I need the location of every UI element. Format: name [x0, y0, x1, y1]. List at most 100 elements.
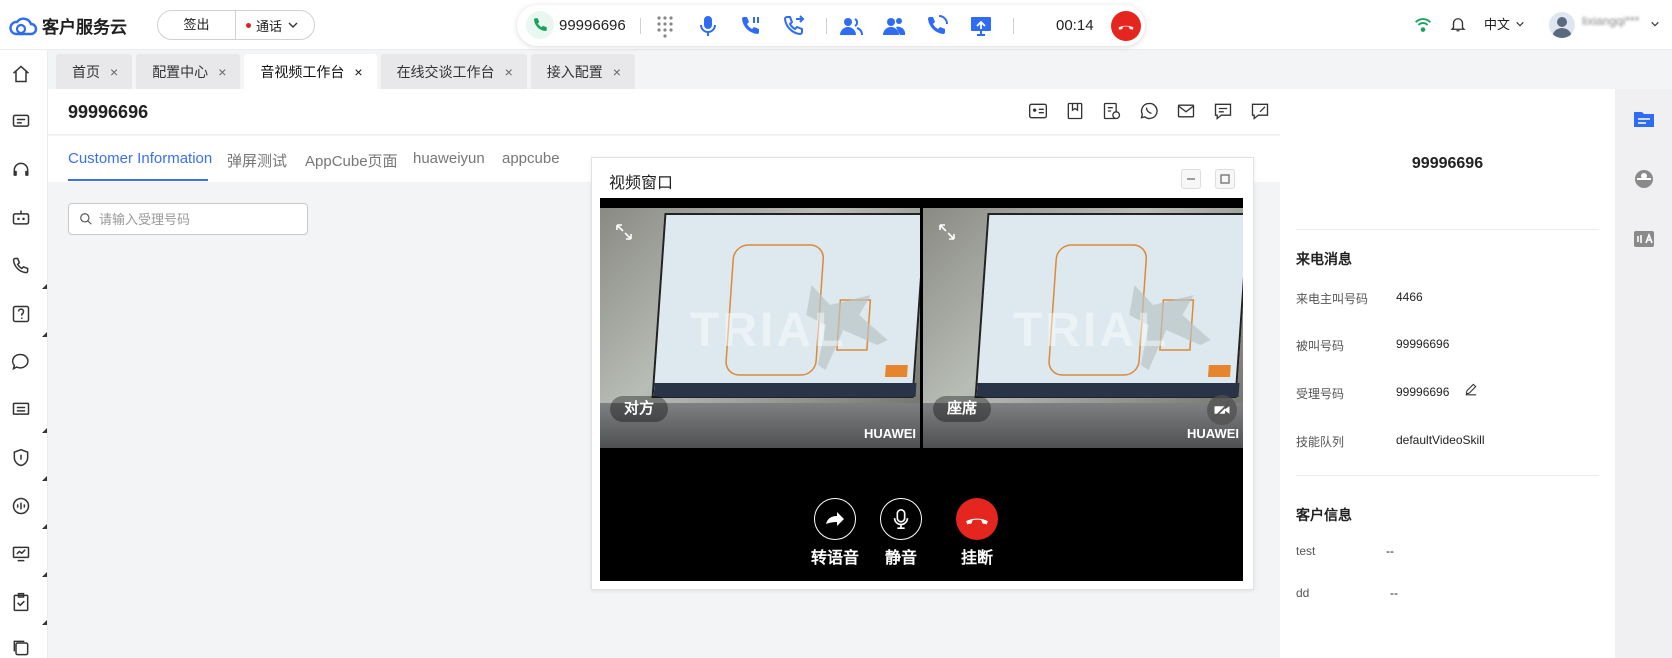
conference-icon[interactable]	[882, 14, 906, 38]
language-selector[interactable]: 中文	[1484, 14, 1510, 33]
tab-config-center[interactable]: 配置中心 ×	[136, 54, 241, 89]
whatsapp-icon[interactable]	[1139, 101, 1159, 121]
tab-access-config[interactable]: 接入配置 ×	[530, 54, 635, 89]
consult-icon[interactable]	[839, 14, 863, 38]
trial-watermark: TRIAL	[690, 304, 847, 357]
microphone-icon	[893, 509, 909, 529]
close-icon[interactable]: ×	[613, 64, 621, 80]
page-tabs: 首页 × 配置中心 × 音视频工作台 × 在线交谈工作台 × 接入配置 ×	[56, 54, 635, 89]
help-icon[interactable]	[11, 304, 31, 324]
robot-icon[interactable]	[11, 208, 31, 228]
hangup-control: 挂断	[947, 498, 1007, 568]
mute-label: 静音	[884, 550, 917, 567]
video-window: 视频窗口 TRIAL 对方 HUAWEI TRIAL 座席 HUAWEI 转语音…	[591, 157, 1254, 590]
mail-icon[interactable]	[1176, 101, 1196, 121]
hangup-button[interactable]	[1111, 11, 1141, 41]
expand-indicator	[42, 284, 47, 289]
active-tab-underline	[68, 179, 208, 181]
minimize-button[interactable]	[1181, 169, 1201, 189]
workbench-header: 99996696	[48, 89, 1280, 135]
divider	[1296, 229, 1599, 230]
field-label: dd	[1296, 586, 1310, 600]
tab-av-workbench[interactable]: 音视频工作台 ×	[244, 54, 377, 89]
video-hangup-button[interactable]	[956, 498, 998, 540]
note-icon[interactable]	[1250, 101, 1270, 121]
copy-icon[interactable]	[11, 638, 31, 658]
camera-off-button[interactable]	[1207, 395, 1237, 425]
header-toolbar	[1028, 101, 1270, 121]
expand-indicator	[42, 524, 47, 529]
avatar[interactable]	[1549, 12, 1575, 38]
clipboard-icon[interactable]	[11, 592, 31, 612]
close-icon[interactable]: ×	[354, 64, 362, 80]
status-dot-icon	[246, 22, 251, 28]
field-value: defaultVideoSkill	[1396, 433, 1485, 447]
mute-button[interactable]	[880, 498, 922, 540]
username[interactable]: lixiangqi***	[1582, 14, 1639, 28]
folder-icon[interactable]	[1632, 107, 1656, 131]
app-logo[interactable]: 客户服务云	[8, 13, 127, 38]
subtab-popup-test[interactable]: 弹屏测试	[227, 150, 287, 171]
message-icon[interactable]	[11, 112, 31, 132]
search-input[interactable]	[99, 211, 299, 227]
close-icon[interactable]: ×	[505, 64, 513, 80]
trial-watermark: TRIAL	[1013, 304, 1170, 357]
left-nav	[0, 50, 48, 658]
expand-icon[interactable]	[937, 222, 957, 242]
sms-icon[interactable]	[1213, 101, 1233, 121]
subtab-appcube[interactable]: appcube	[502, 150, 560, 167]
transfer-call-icon[interactable]	[782, 14, 806, 38]
translate-icon[interactable]	[1632, 227, 1656, 251]
field-label: 技能队列	[1296, 435, 1345, 449]
contact-card-icon[interactable]	[1028, 101, 1048, 121]
right-sidebar	[1615, 89, 1672, 658]
expand-icon[interactable]	[614, 222, 634, 242]
agent-status-pill: 签出 通话	[157, 10, 315, 40]
transfer-to-voice-button[interactable]	[814, 498, 856, 540]
subtab-appcube-page[interactable]: AppCube页面	[305, 150, 398, 171]
headset-icon[interactable]	[11, 160, 31, 180]
call-control-bar: 99996696 00:14	[517, 5, 1145, 46]
shield-icon[interactable]	[11, 448, 31, 468]
tab-online-chat-workbench[interactable]: 在线交谈工作台 ×	[380, 54, 527, 89]
status-dropdown[interactable]: 通话	[236, 16, 299, 35]
subtab-customer-information[interactable]: Customer Information	[68, 150, 212, 167]
close-icon[interactable]: ×	[218, 64, 226, 80]
chat-icon[interactable]	[11, 352, 31, 372]
page-title: 99996696	[68, 102, 149, 122]
tab-label: 首页	[72, 63, 100, 80]
subtab-huaweiyun[interactable]: huaweiyun	[413, 150, 485, 167]
edit-icon[interactable]	[1464, 382, 1478, 396]
brand-watermark: HUAWEI	[864, 426, 916, 441]
active-call-icon	[526, 11, 554, 39]
phone-icon[interactable]	[11, 256, 31, 276]
tab-label: 接入配置	[546, 63, 603, 80]
expand-indicator	[42, 428, 47, 433]
history-icon[interactable]	[1102, 101, 1122, 121]
three-way-call-icon[interactable]	[925, 14, 949, 38]
remote-video[interactable]: TRIAL 对方 HUAWEI	[600, 208, 920, 448]
audio-icon[interactable]	[11, 496, 31, 516]
hold-call-icon[interactable]	[739, 14, 763, 38]
local-video[interactable]: TRIAL 座席 HUAWEI	[923, 208, 1243, 448]
home-icon[interactable]	[11, 64, 31, 84]
agent-bot-icon[interactable]	[1632, 167, 1656, 191]
expand-indicator	[42, 332, 47, 337]
incoming-section-title: 来电消息	[1296, 251, 1352, 267]
monitor-icon[interactable]	[11, 544, 31, 564]
field-value: --	[1390, 586, 1398, 600]
field-value: 4466	[1396, 290, 1423, 304]
microphone-icon[interactable]	[696, 14, 720, 38]
signout-button[interactable]: 签出	[158, 11, 236, 39]
screen-share-icon[interactable]	[969, 14, 993, 38]
bookmark-icon[interactable]	[1065, 101, 1085, 121]
dialpad-icon[interactable]	[653, 14, 677, 38]
chevron-down-icon	[1516, 21, 1524, 27]
cloud-logo-icon	[9, 17, 38, 35]
comment-icon[interactable]	[11, 400, 31, 420]
maximize-button[interactable]	[1215, 169, 1235, 189]
close-icon[interactable]: ×	[110, 64, 118, 80]
tab-home[interactable]: 首页 ×	[56, 54, 133, 89]
hangup-label: 挂断	[960, 550, 993, 567]
bell-icon[interactable]	[1449, 15, 1467, 33]
